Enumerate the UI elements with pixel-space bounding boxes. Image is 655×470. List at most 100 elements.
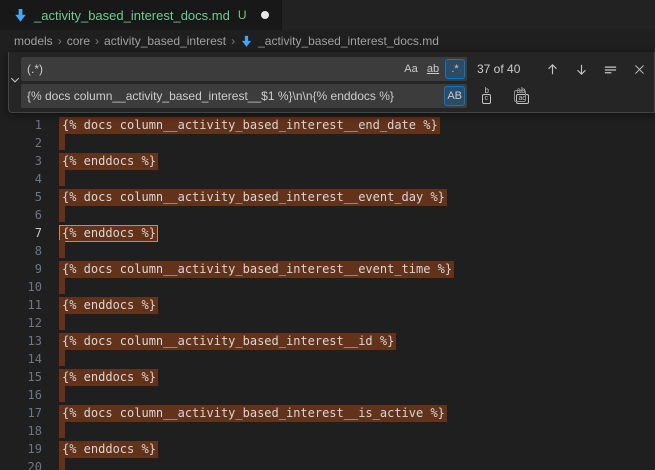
git-status-badge: U — [238, 8, 247, 22]
find-input-box: Aa ab .* — [21, 57, 467, 81]
markdown-file-icon — [240, 35, 253, 48]
editor-line[interactable]: 9 {% docs column__activity_based_interest… — [0, 260, 655, 278]
editor-line[interactable]: 20 — [0, 458, 655, 470]
editor-line[interactable]: 1{% docs column__activity_based_interest… — [0, 116, 655, 134]
editor-line[interactable]: 4 — [0, 170, 655, 188]
find-match-highlight — [59, 456, 65, 470]
line-text: {% docs column__activity_based_interest_… — [59, 332, 396, 350]
breadcrumb-separator: › — [231, 34, 235, 48]
editor-pane[interactable]: 1 {% docs column__activity_based_interest… — [0, 52, 655, 470]
find-in-selection-button[interactable] — [599, 58, 621, 80]
editor-line[interactable]: 13 {% docs column__activity_based_interes… — [0, 332, 655, 350]
editor-line[interactable]: 19{% enddocs %} — [0, 440, 655, 458]
editor-line[interactable]: 5 {% docs column__activity_based_interest… — [0, 188, 655, 206]
find-match-highlight: {% docs column__activity_based_interest_… — [59, 261, 454, 278]
line-text: {% enddocs %} — [59, 368, 158, 386]
next-match-button[interactable] — [570, 58, 592, 80]
arrow-up-icon — [545, 62, 560, 77]
editor-line[interactable]: 14 — [0, 350, 655, 368]
regex-toggle[interactable]: .* — [445, 59, 465, 79]
line-text: {% docs column__activity_based_interest_… — [59, 404, 447, 422]
preserve-case-toggle[interactable]: AB — [444, 86, 465, 106]
editor-line[interactable]: 15 {% enddocs %} — [0, 368, 655, 386]
arrow-down-icon — [574, 62, 589, 77]
breadcrumb-separator: › — [58, 34, 62, 48]
editor-line[interactable]: 7 {% enddocs %} — [0, 224, 655, 242]
line-number: 9 — [0, 262, 42, 276]
find-match-highlight: {% docs column__activity_based_interest_… — [59, 189, 447, 206]
find-match-highlight — [59, 204, 65, 222]
line-number: 17 — [0, 406, 42, 420]
find-match-highlight: {% docs column__activity_based_interest_… — [59, 333, 396, 350]
editor-tab[interactable]: _activity_based_interest_docs.md U — [0, 0, 282, 30]
line-number: 13 — [0, 334, 42, 348]
line-number: 14 — [0, 352, 42, 366]
replace-all-button[interactable]: ab ac — [511, 85, 533, 107]
editor-line[interactable]: 3{% enddocs %} — [0, 152, 655, 170]
line-number: 18 — [0, 424, 42, 438]
find-match-highlight — [59, 276, 65, 294]
line-text: {% enddocs %} — [59, 440, 158, 458]
previous-match-button[interactable] — [541, 58, 563, 80]
breadcrumb-item-models[interactable]: models — [14, 34, 53, 48]
find-in-selection-icon — [603, 62, 618, 77]
line-text: {% enddocs %} — [59, 152, 158, 170]
current-find-match: {% enddocs %} — [59, 225, 158, 242]
line-number: 11 — [0, 298, 42, 312]
line-number: 1 — [0, 118, 42, 132]
line-number: 5 — [0, 190, 42, 204]
breadcrumb-item-folder[interactable]: activity_based_interest — [104, 34, 226, 48]
find-match-highlight: {% enddocs %} — [59, 153, 158, 170]
find-match-highlight — [59, 348, 65, 366]
breadcrumb-item-core[interactable]: core — [67, 34, 90, 48]
find-match-highlight — [59, 168, 65, 186]
line-number: 7 — [0, 226, 42, 240]
close-icon — [633, 63, 646, 76]
find-match-highlight: {% docs column__activity_based_interest_… — [59, 405, 447, 422]
line-number: 6 — [0, 208, 42, 222]
tab-bar: _activity_based_interest_docs.md U — [0, 0, 655, 30]
breadcrumb-item-file[interactable]: _activity_based_interest_docs.md — [240, 34, 439, 48]
line-text: {% docs column__activity_based_interest_… — [59, 188, 447, 206]
find-input[interactable] — [27, 57, 399, 81]
toggle-replace-button[interactable] — [9, 52, 21, 112]
line-number: 12 — [0, 316, 42, 330]
line-number: 20 — [0, 460, 42, 470]
line-text: {% enddocs %} — [59, 224, 158, 242]
find-match-highlight: {% enddocs %} — [59, 297, 158, 314]
whole-word-toggle[interactable]: ab — [423, 59, 443, 79]
find-match-highlight: {% enddocs %} — [59, 441, 158, 458]
replace-input-box: AB — [21, 84, 467, 108]
line-number: 10 — [0, 280, 42, 294]
editor-lines: 1 {% docs column__activity_based_interest… — [0, 116, 655, 470]
find-match-highlight — [59, 132, 65, 150]
find-match-highlight — [59, 240, 65, 258]
editor-line[interactable]: 16 — [0, 386, 655, 404]
match-case-toggle[interactable]: Aa — [401, 59, 421, 79]
replace-input[interactable] — [27, 84, 442, 108]
replace-button[interactable]: b c — [479, 85, 501, 107]
line-text: {% enddocs %} — [59, 296, 158, 314]
editor-line[interactable]: 17 {% docs column__activity_based_interes… — [0, 404, 655, 422]
breadcrumb-separator: › — [95, 34, 99, 48]
breadcrumb-file-label: _activity_based_interest_docs.md — [258, 34, 439, 48]
editor-line[interactable]: 6 — [0, 206, 655, 224]
editor-line[interactable]: 10 — [0, 278, 655, 296]
close-find-button[interactable] — [628, 58, 650, 80]
tab-filename: _activity_based_interest_docs.md — [34, 8, 230, 23]
find-match-highlight: {% enddocs %} — [59, 369, 158, 386]
editor-line[interactable]: 18 — [0, 422, 655, 440]
line-number: 2 — [0, 136, 42, 150]
unsaved-changes-dot[interactable] — [261, 11, 269, 19]
editor-line[interactable]: 11 {% enddocs %} — [0, 296, 655, 314]
editor-line[interactable]: 2 — [0, 134, 655, 152]
line-text: {% docs column__activity_based_interest_… — [59, 260, 454, 278]
line-text — [59, 456, 65, 470]
find-match-highlight — [59, 384, 65, 402]
line-number: 4 — [0, 172, 42, 186]
line-number: 15 — [0, 370, 42, 384]
editor-line[interactable]: 8 — [0, 242, 655, 260]
editor-line[interactable]: 12 — [0, 314, 655, 332]
match-count-label: 37 of 40 — [477, 62, 533, 76]
markdown-file-icon — [13, 8, 28, 23]
